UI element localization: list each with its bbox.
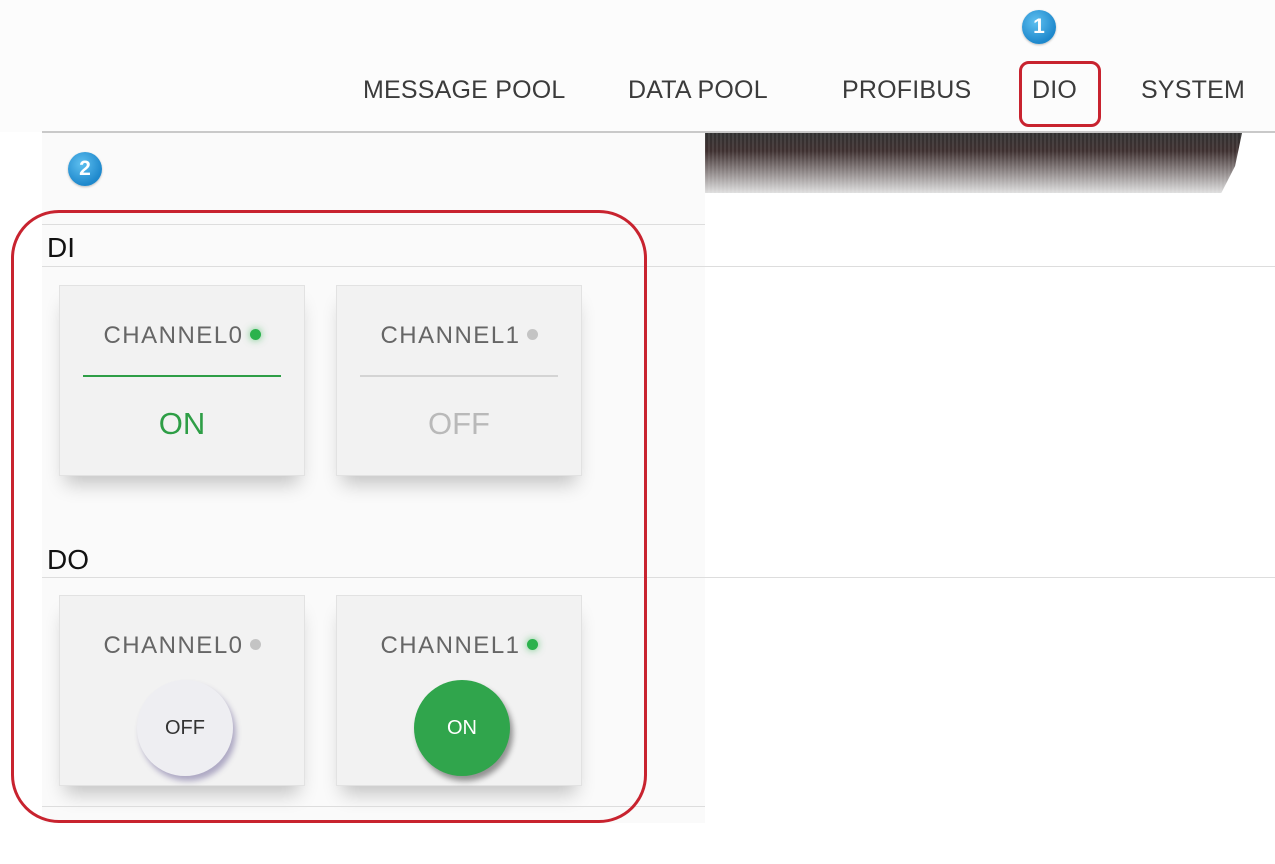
dio-tab-highlight-callout — [1019, 61, 1101, 127]
step-marker-2: 2 — [68, 152, 102, 186]
nav-message-pool[interactable]: MESSAGE POOL — [363, 76, 565, 105]
nav-system[interactable]: SYSTEM — [1141, 76, 1245, 105]
step-marker-1: 1 — [1022, 10, 1056, 44]
dio-group-highlight-callout — [11, 210, 647, 823]
nav-data-pool[interactable]: DATA POOL — [628, 76, 768, 105]
nav-profibus[interactable]: PROFIBUS — [842, 76, 971, 105]
